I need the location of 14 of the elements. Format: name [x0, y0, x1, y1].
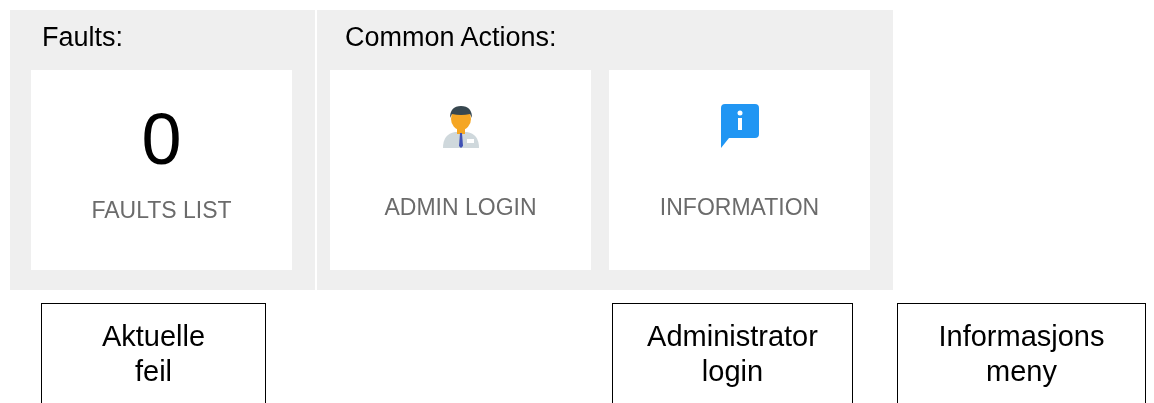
annotation-label: Aktuelle feil	[41, 303, 266, 403]
fault-count: 0	[141, 103, 182, 175]
annotation-label: Informasjons meny	[897, 303, 1146, 403]
tile-label: INFORMATION	[659, 193, 820, 222]
action-tile[interactable]: ADMIN LOGIN	[330, 70, 591, 270]
tile-label: ADMIN LOGIN	[384, 193, 537, 222]
faults-card[interactable]: 0 FAULTS LIST	[31, 70, 292, 270]
person-icon	[440, 104, 481, 148]
tile-label: FAULTS LIST	[91, 196, 232, 225]
info-icon	[720, 104, 759, 148]
action-tile[interactable]: INFORMATION	[609, 70, 870, 270]
annotation-label: Administrator login	[612, 303, 853, 403]
section-title: Faults:	[42, 24, 125, 51]
section-title: Common Actions:	[345, 24, 558, 51]
